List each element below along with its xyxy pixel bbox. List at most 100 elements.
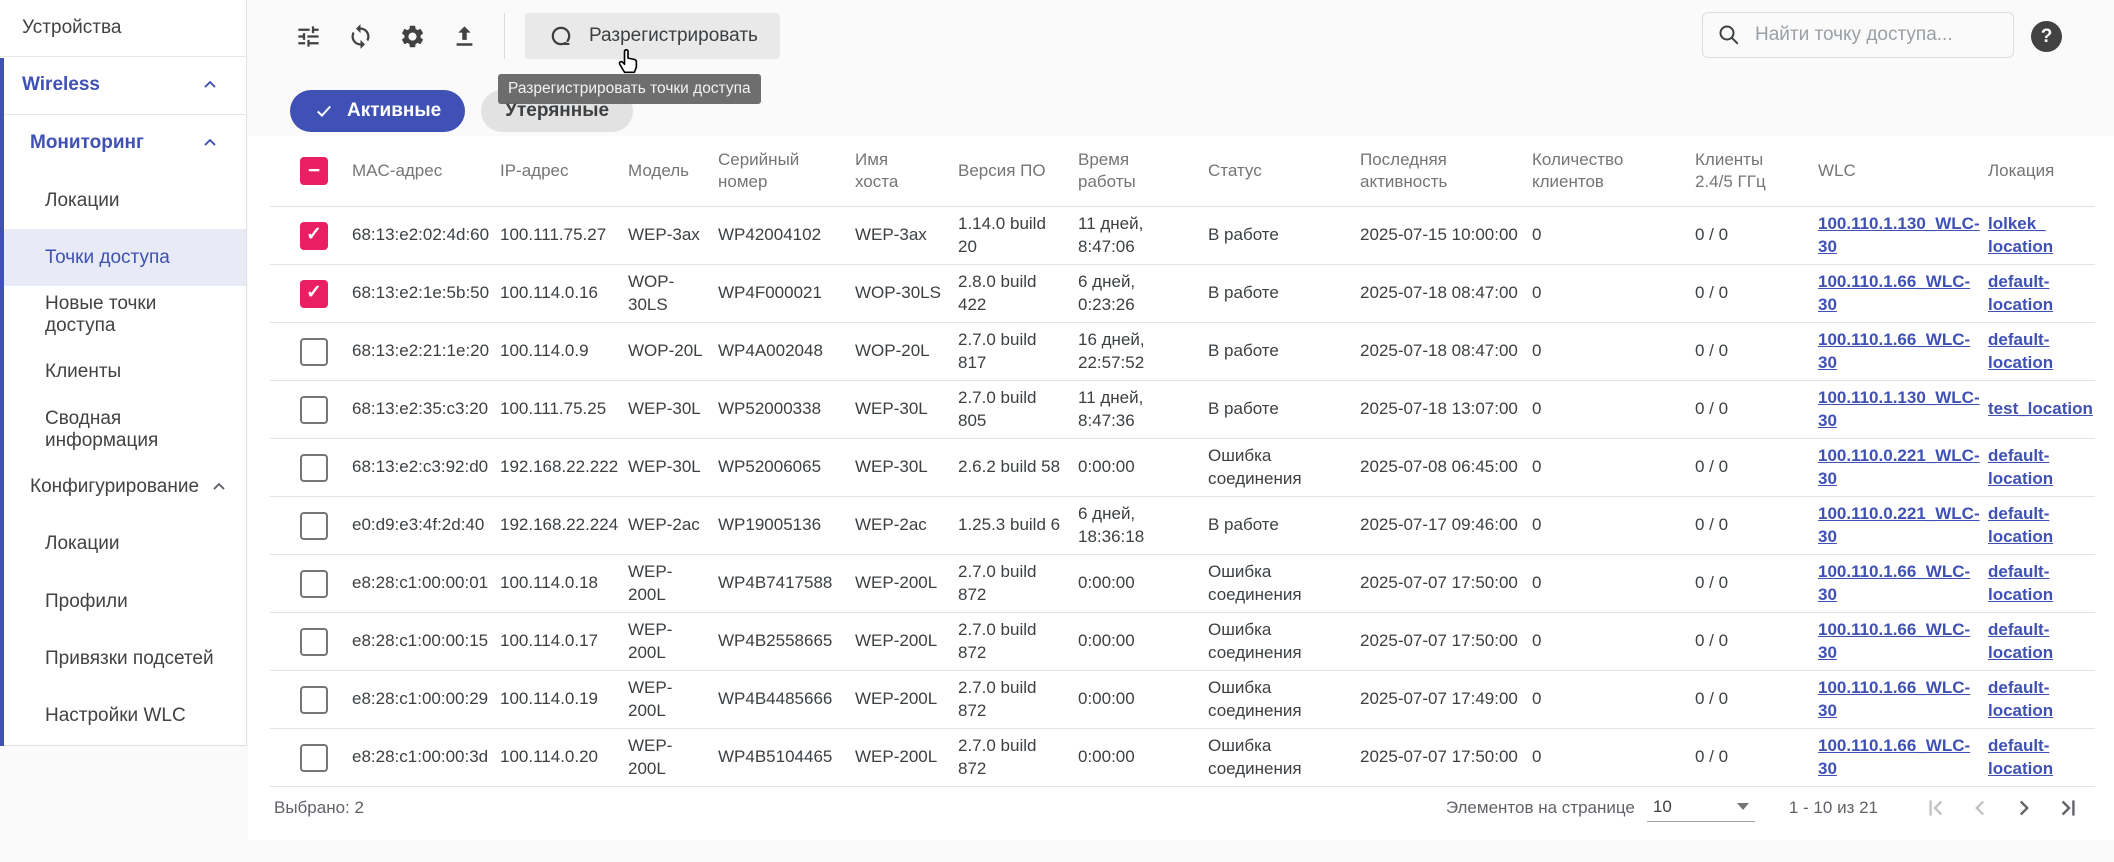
sidebar-item-локации[interactable]: Локации [0,172,246,229]
help-icon[interactable]: ? [2031,21,2062,52]
sidebar-item-привязки-подсетей[interactable]: Привязки подсетей [0,630,246,687]
cell-location: default-location [1988,497,2095,555]
cell-last-activity: 2025-07-18 08:47:00 [1360,265,1532,323]
filter-icon[interactable] [288,16,328,56]
row-checkbox[interactable] [300,280,328,308]
cell-clients: 0 [1532,323,1695,381]
cell-wlc: 100.110.1.66_WLC-30 [1818,671,1988,729]
sidebar: Устройства Wireless Мониторинг Локации Точки… [0,0,247,746]
sidebar-item-мониторинг[interactable]: Мониторинг [0,115,246,172]
select-all-checkbox[interactable] [300,157,328,185]
table-row[interactable]: 68:13:e2:35:c3:20100.111.75.25WEP-30LWP5… [270,381,2095,439]
prev-page-icon[interactable] [1964,792,1996,824]
tab-active-aps[interactable]: Активные [290,90,465,132]
table-row[interactable]: e8:28:c1:00:00:01100.114.0.18WEP-200LWP4… [270,555,2095,613]
ap-table: MAC-адресIP-адресМодельСерийный номерИмя… [270,136,2095,787]
cell-clients-2-4-5: 0 / 0 [1695,671,1818,729]
sidebar-item-label: Локации [45,190,119,212]
row-checkbox[interactable] [300,628,328,656]
location-link[interactable]: default-location [1988,620,2053,661]
row-checkbox[interactable] [300,454,328,482]
wlc-link[interactable]: 100.110.1.130_WLC-30 [1818,214,1980,255]
items-per-page-select[interactable]: 10 [1647,795,1755,822]
column-header-label: Версия ПО [958,161,1046,180]
wlc-link[interactable]: 100.110.1.66_WLC-30 [1818,736,1970,777]
cell-clients-2-4-5: 0 / 0 [1695,497,1818,555]
upload-icon[interactable] [444,16,484,56]
table-row[interactable]: 68:13:e2:c3:92:d0192.168.22.222WEP-30LWP… [270,439,2095,497]
location-link[interactable]: default-location [1988,504,2053,545]
sidebar-item-wireless[interactable]: Wireless [0,57,246,114]
sidebar-accent-bar [0,58,4,746]
wlc-link[interactable]: 100.110.0.221_WLC-30 [1818,504,1980,545]
cell-serial: WP52000338 [718,381,855,439]
cell-wlc: 100.110.1.66_WLC-30 [1818,555,1988,613]
sidebar-item-профили[interactable]: Профили [0,573,246,630]
location-link[interactable]: default-location [1988,272,2053,313]
sidebar-item-label: Wireless [22,74,100,96]
cell-firmware: 1.25.3 build 6 [958,497,1078,555]
location-link[interactable]: default-location [1988,446,2053,487]
row-checkbox[interactable] [300,744,328,772]
row-checkbox[interactable] [300,338,328,366]
column-header: Серийный номер [718,136,855,207]
search-input[interactable] [1753,23,1999,47]
wlc-link[interactable]: 100.110.1.66_WLC-30 [1818,562,1970,603]
sidebar-item-точки-доступа[interactable]: Точки доступа [0,229,246,286]
wlc-link[interactable]: 100.110.1.66_WLC-30 [1818,620,1970,661]
column-header-label: Серийный номер [718,149,808,193]
row-checkbox[interactable] [300,512,328,540]
cell-serial: WP19005136 [718,497,855,555]
cell-firmware: 2.7.0 build 872 [958,671,1078,729]
column-header-label: Модель [628,161,689,180]
sidebar-item-устройства[interactable]: Устройства [0,0,246,57]
row-checkbox-cell [270,439,352,497]
cell-firmware: 2.7.0 build 805 [958,381,1078,439]
table-row[interactable]: e8:28:c1:00:00:15100.114.0.17WEP-200LWP4… [270,613,2095,671]
wlc-link[interactable]: 100.110.1.66_WLC-30 [1818,330,1970,371]
sidebar-nav: Устройства Wireless Мониторинг Локации Точки… [0,0,246,745]
sidebar-item-клиенты[interactable]: Клиенты [0,344,246,401]
table-row[interactable]: 68:13:e2:1e:5b:50100.114.0.16WOP-30LSWP4… [270,265,2095,323]
cell-ip: 100.114.0.18 [500,555,628,613]
main-toolbar: Разрегистрировать [288,13,780,59]
unregister-button[interactable]: Разрегистрировать [525,13,780,59]
sidebar-item-новые-точки-доступа[interactable]: Новые точки доступа [0,286,246,343]
chevron-up-icon [200,75,220,95]
location-link[interactable]: default-location [1988,330,2053,371]
location-link[interactable]: default-location [1988,678,2053,719]
next-page-icon[interactable] [2008,792,2040,824]
sidebar-item-настройки-wlc[interactable]: Настройки WLC [0,688,246,745]
location-link[interactable]: default-location [1988,736,2053,777]
sidebar-item-конфигурирование[interactable]: Конфигурирование [0,458,246,515]
row-checkbox[interactable] [300,570,328,598]
table-row[interactable]: e0:d9:e3:4f:2d:40192.168.22.224WEP-2acWP… [270,497,2095,555]
location-link[interactable]: test_​location [1988,399,2093,418]
row-checkbox[interactable] [300,222,328,250]
wlc-link[interactable]: 100.110.1.130_WLC-30 [1818,388,1980,429]
refresh-icon[interactable] [340,16,380,56]
table-row[interactable]: 68:13:e2:21:1e:20100.114.0.9WOP-20LWP4A0… [270,323,2095,381]
cell-mac: 68:13:e2:21:1e:20 [352,323,500,381]
wlc-link[interactable]: 100.110.1.66_WLC-30 [1818,678,1970,719]
first-page-icon[interactable] [1920,792,1952,824]
column-header: Модель [628,136,718,207]
row-checkbox[interactable] [300,686,328,714]
wlc-link[interactable]: 100.110.0.221_WLC-30 [1818,446,1980,487]
wlc-link[interactable]: 100.110.1.66_WLC-30 [1818,272,1970,313]
last-page-icon[interactable] [2052,792,2084,824]
cell-serial: WP4F000021 [718,265,855,323]
cell-clients: 0 [1532,381,1695,439]
location-link[interactable]: lolkek_​location [1988,214,2053,255]
search-box [1702,12,2014,58]
cell-last-activity: 2025-07-15 10:00:00 [1360,207,1532,265]
row-checkbox[interactable] [300,396,328,424]
table-row[interactable]: 68:13:e2:02:4d:60100.111.75.27WEP-3axWP4… [270,207,2095,265]
table-row[interactable]: e8:28:c1:00:00:29100.114.0.19WEP-200LWP4… [270,671,2095,729]
settings-icon[interactable] [392,16,432,56]
location-link[interactable]: default-location [1988,562,2053,603]
sidebar-item-сводная-информация[interactable]: Сводная информация [0,401,246,458]
sidebar-item-локации[interactable]: Локации [0,516,246,573]
cell-wlc: 100.110.0.221_WLC-30 [1818,439,1988,497]
cell-clients-2-4-5: 0 / 0 [1695,613,1818,671]
